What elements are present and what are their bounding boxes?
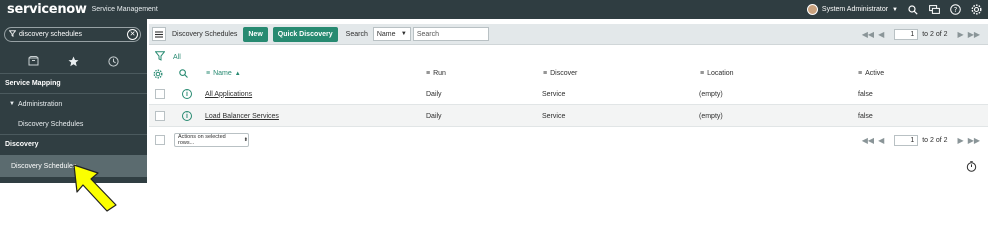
cell-discover: Service [542,90,566,98]
column-run-label: Run [433,70,446,77]
help-icon[interactable]: ? [949,4,961,16]
avatar [806,4,818,15]
module-admin-discovery-schedules[interactable]: Discovery Schedules [0,117,147,131]
preview-record-icon[interactable]: i [182,89,192,99]
cell-run: Daily [426,90,442,98]
last-page-icon[interactable]: ▶▶ [968,136,980,145]
table-row[interactable]: i All Applications Daily Service (empty)… [149,83,988,105]
breadcrumb-all[interactable]: All [173,54,181,61]
column-location[interactable]: ≡ Location [700,66,734,81]
column-discover[interactable]: ≡ Discover [543,66,577,81]
pagination-top: ◀◀ ◀ 1 to 2 of 2 ▶ ▶▶ [862,24,980,45]
clear-filter-icon[interactable]: ✕ [127,29,138,40]
column-menu-icon[interactable]: ≡ [206,70,210,77]
row-checkbox[interactable] [155,89,165,99]
search-icon[interactable] [907,4,919,16]
column-active-label: Active [865,70,885,77]
column-menu-icon[interactable]: ≡ [858,70,862,77]
cell-discover: Service [542,112,566,120]
search-icon[interactable] [179,66,188,81]
annotation-arrow [73,164,117,212]
caret-down-icon: ▼ [9,101,15,107]
divider [0,134,147,135]
product-name: Service Management [91,6,158,13]
gear-icon[interactable] [970,4,982,16]
svg-text:?: ? [953,6,957,14]
column-name-label: Name [213,70,232,77]
column-location-label: Location [707,70,734,77]
column-menu-icon[interactable]: ≡ [700,70,704,77]
application-navigator: discovery schedules ✕ Service Mapping ▼ … [0,19,147,183]
actions-select-value: Actions on selected rows... [178,134,226,146]
tab-favorites[interactable] [67,55,79,67]
divider [0,73,147,74]
sort-ascending-icon: ▲ [234,70,241,77]
actions-select[interactable]: Actions on selected rows... ⬍ [174,133,249,147]
quick-discovery-button[interactable]: Quick Discovery [272,26,338,42]
chevron-down-icon: ▼ [892,6,898,13]
column-header-row: ≡ Name ▲ ≡ Run ≡ Discover ≡ Location ≡ A… [149,66,988,81]
list-header-bar: Discovery Schedules New Quick Discovery … [149,24,988,45]
search-label: Search [345,30,368,38]
page-count: to 2 of 2 [922,31,948,38]
divider [0,93,147,94]
cell-active: false [858,90,873,98]
column-discover-label: Discover [550,70,578,77]
record-name-link[interactable]: Load Balancer Services [205,105,279,127]
module-administration[interactable]: ▼ Administration [0,97,147,111]
column-active[interactable]: ≡ Active [858,66,884,81]
previous-page-icon[interactable]: ◀ [878,30,884,39]
response-time-icon[interactable] [966,161,977,172]
preview-record-icon[interactable]: i [182,111,192,121]
chevron-down-icon: ▼ [400,31,407,37]
top-banner: servicenow Service Management System Adm… [0,0,988,19]
cell-location: (empty) [699,90,723,98]
cell-run: Daily [426,112,442,120]
search-field-value: Name [376,30,396,38]
filter-icon [8,30,17,39]
user-name: System Administrator [821,6,889,13]
list-context-menu-button[interactable] [152,27,166,41]
page-input[interactable]: 1 [894,134,919,146]
filter-icon[interactable] [154,51,166,63]
previous-page-icon[interactable]: ◀ [878,136,884,145]
pagination-bottom: ◀◀ ◀ 1 to 2 of 2 ▶ ▶▶ [862,133,980,147]
first-page-icon[interactable]: ◀◀ [862,136,874,145]
new-button[interactable]: New [243,26,268,42]
cell-location: (empty) [699,112,723,120]
user-menu[interactable]: System Administrator ▼ [806,4,898,15]
breadcrumb: All [154,51,181,63]
cell-active: false [858,112,873,120]
first-page-icon[interactable]: ◀◀ [862,30,874,39]
next-page-icon[interactable]: ▶ [958,136,964,145]
column-menu-icon[interactable]: ≡ [426,70,430,77]
row-checkbox[interactable] [155,111,165,121]
navigator-tabs [0,55,147,69]
last-page-icon[interactable]: ▶▶ [968,30,980,39]
filter-input-value: discovery schedules [19,31,83,38]
column-name[interactable]: ≡ Name ▲ [206,66,241,81]
select-all-checkbox[interactable] [155,135,165,145]
filter-navigator-input[interactable]: discovery schedules ✕ [4,27,141,42]
column-menu-icon[interactable]: ≡ [543,70,547,77]
tab-all-applications[interactable] [28,55,40,67]
next-page-icon[interactable]: ▶ [958,30,964,39]
search-field-select[interactable]: Name ▼ [372,27,411,41]
chat-icon[interactable] [928,4,940,16]
section-discovery[interactable]: Discovery [0,137,147,151]
module-administration-label: Administration [17,100,63,108]
chevron-updown-icon: ⬍ [243,137,248,143]
tab-history[interactable] [107,55,119,67]
search-input[interactable]: Search [412,27,489,41]
column-run[interactable]: ≡ Run [426,66,446,81]
section-service-mapping[interactable]: Service Mapping [0,76,147,90]
list-title: Discovery Schedules [172,30,238,38]
page-input[interactable]: 1 [894,29,919,40]
record-name-link[interactable]: All Applications [205,83,252,105]
table-row[interactable]: i Load Balancer Services Daily Service (… [149,105,988,127]
servicenow-logo[interactable]: servicenow [7,2,87,17]
banner-right: System Administrator ▼ ? [806,0,982,19]
personalize-list-icon[interactable] [153,66,163,81]
page-count: to 2 of 2 [922,136,948,144]
